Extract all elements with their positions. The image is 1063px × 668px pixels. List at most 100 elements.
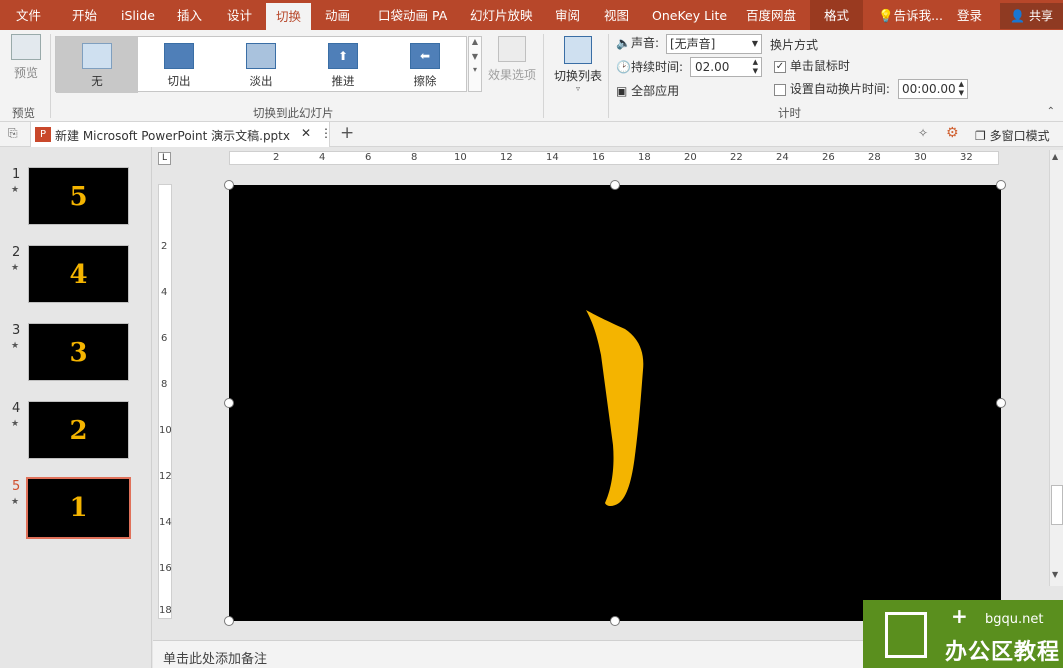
spinner-icon[interactable]: ▲ ▼ [753,58,758,76]
tab-insert[interactable]: 插入 [177,0,202,30]
chevron-down-icon: ▼ [751,39,758,48]
ruler-label: 16 [159,563,172,574]
tab-islide[interactable]: iSlide [121,0,155,30]
ruler-label: 12 [159,471,172,482]
ruler-label: 18 [159,605,172,616]
scroll-down-icon[interactable]: ▼ [1052,570,1058,579]
slide-thumbnail-selected[interactable]: 5 ★ 1 [0,477,152,545]
digit-one-shape[interactable] [229,185,1001,621]
apply-all-icon: ▣ [616,84,628,98]
slide-number: 1 [12,167,21,182]
ruler-label: 20 [684,152,697,163]
watermark: + bgqu.net 办公区教程 [863,600,1063,668]
slide-thumbnail[interactable]: 1 ★ 5 [0,167,152,233]
close-tab-icon[interactable]: ✕ [301,126,311,140]
tab-animations[interactable]: 动画 [325,0,350,30]
chevron-up-icon: ▲ [471,37,479,46]
none-transition-icon [82,43,112,69]
office-logo-icon [885,612,927,658]
collapse-ribbon-icon[interactable]: ⌃ [1047,106,1055,117]
tab-format[interactable]: 格式 [810,0,864,30]
gallery-scroll[interactable]: ▲ ▼ ▾ [468,36,482,92]
apply-all-button[interactable]: ▣ 全部应用 [616,82,679,102]
transition-gallery: 无 切出 淡出 ⬆ 推进 ⬅ 擦除 [55,36,467,93]
transition-none[interactable]: 无 [56,37,138,93]
tab-view[interactable]: 视图 [604,0,629,30]
slide-preview[interactable]: 1 [26,477,131,539]
resize-handle[interactable] [996,398,1006,408]
multiwindow-button[interactable]: ❐ 多窗口模式 [975,127,1050,144]
share-button[interactable]: 👤 共享 [1000,3,1063,29]
scroll-thumb[interactable] [1051,485,1063,525]
slide-thumbnail[interactable]: 4 ★ 2 [0,401,152,467]
chevron-down-icon: ▼ [471,52,479,61]
tab-baidu[interactable]: 百度网盘 [746,0,796,30]
ruler-label: 6 [365,152,372,163]
sound-select[interactable]: [无声音] ▼ [666,34,762,54]
tab-review[interactable]: 审阅 [555,0,580,30]
file-list-icon[interactable]: ⎘ [8,126,18,141]
slide-thumbnail[interactable]: 3 ★ 3 [0,323,152,389]
slide-preview[interactable]: 3 [28,323,129,381]
ruler-label: 14 [546,152,559,163]
scroll-up-icon[interactable]: ▲ [1052,152,1058,161]
slide-number: 5 [12,479,21,494]
slide-thumbnail[interactable]: 2 ★ 4 [0,245,152,311]
effect-options-icon [498,36,526,62]
spinner-icon[interactable]: ▲ ▼ [959,80,964,98]
transition-wipe[interactable]: ⬅ 擦除 [384,37,466,93]
resize-handle[interactable] [996,180,1006,190]
tab-pocket-animation[interactable]: 口袋动画 PA [378,0,447,30]
pin-icon[interactable]: ✧ [918,126,928,140]
transition-fade[interactable]: 淡出 [220,37,302,93]
horizontal-ruler[interactable]: 2 4 6 8 10 12 14 16 18 20 22 24 26 28 30… [229,151,999,165]
on-click-checkbox[interactable]: ✓ [774,60,786,73]
login-link[interactable]: 登录 [957,0,982,30]
effect-options-button[interactable]: 效果选项 [486,36,538,83]
more-options-icon[interactable]: ⋮ [320,126,332,140]
duration-row: 🕑持续时间: [616,60,683,74]
settings-icon[interactable]: ⚙ [946,125,959,141]
slide-digit: 2 [69,416,88,446]
transition-group-label: 切换到此幻灯片 [253,106,334,120]
slide-preview[interactable]: 4 [28,245,129,303]
dropdown-arrow-icon: ▿ [575,84,580,93]
slide-preview[interactable]: 2 [28,401,129,459]
auto-advance-checkbox[interactable] [774,83,786,96]
resize-handle[interactable] [610,616,620,626]
window-icon: ❐ [975,129,986,143]
tab-stop-icon[interactable]: L [158,152,171,165]
resize-handle[interactable] [610,180,620,190]
new-tab-icon[interactable]: + [340,123,354,143]
ruler-label: 16 [592,152,605,163]
ruler-label: 8 [411,152,418,163]
animation-star-icon: ★ [11,497,20,507]
vertical-ruler[interactable]: 2 4 6 8 10 12 14 16 18 [158,184,172,619]
tell-me-box[interactable]: 💡告诉我... [878,0,943,30]
transition-list-button[interactable]: 切换列表 ▿ [552,36,604,93]
slide-preview[interactable]: 5 [28,167,129,225]
slide-canvas[interactable] [229,185,1001,621]
slide-number: 2 [12,245,21,260]
duration-input[interactable]: 02.00 ▲ ▼ [690,57,762,77]
slide-editor: L 2 4 6 8 10 12 14 16 18 20 22 24 26 28 … [153,147,1063,640]
resize-handle[interactable] [224,180,234,190]
ruler-label: 28 [868,152,881,163]
transition-push[interactable]: ⬆ 推进 [302,37,384,93]
watermark-site: bgqu.net [985,612,1044,627]
tab-transitions[interactable]: 切换 [266,3,312,30]
slide-number: 3 [12,323,21,338]
vertical-scrollbar[interactable]: ▲ ▼ [1049,150,1063,586]
document-tab[interactable]: P 新建 Microsoft PowerPoint 演示文稿.pptx ✕ ⋮ [30,122,332,147]
resize-handle[interactable] [224,616,234,626]
transition-cut[interactable]: 切出 [138,37,220,93]
tab-home[interactable]: 开始 [72,0,97,30]
tab-slideshow[interactable]: 幻灯片放映 [470,0,533,30]
resize-handle[interactable] [224,398,234,408]
ruler-label: 30 [914,152,927,163]
tab-onekey[interactable]: OneKey Lite [652,0,727,30]
auto-advance-time-input[interactable]: 00:00.00 ▲ ▼ [898,79,968,99]
tab-file[interactable]: 文件 [16,0,41,30]
preview-button[interactable]: 预览 [8,34,44,81]
tab-design[interactable]: 设计 [227,0,252,30]
